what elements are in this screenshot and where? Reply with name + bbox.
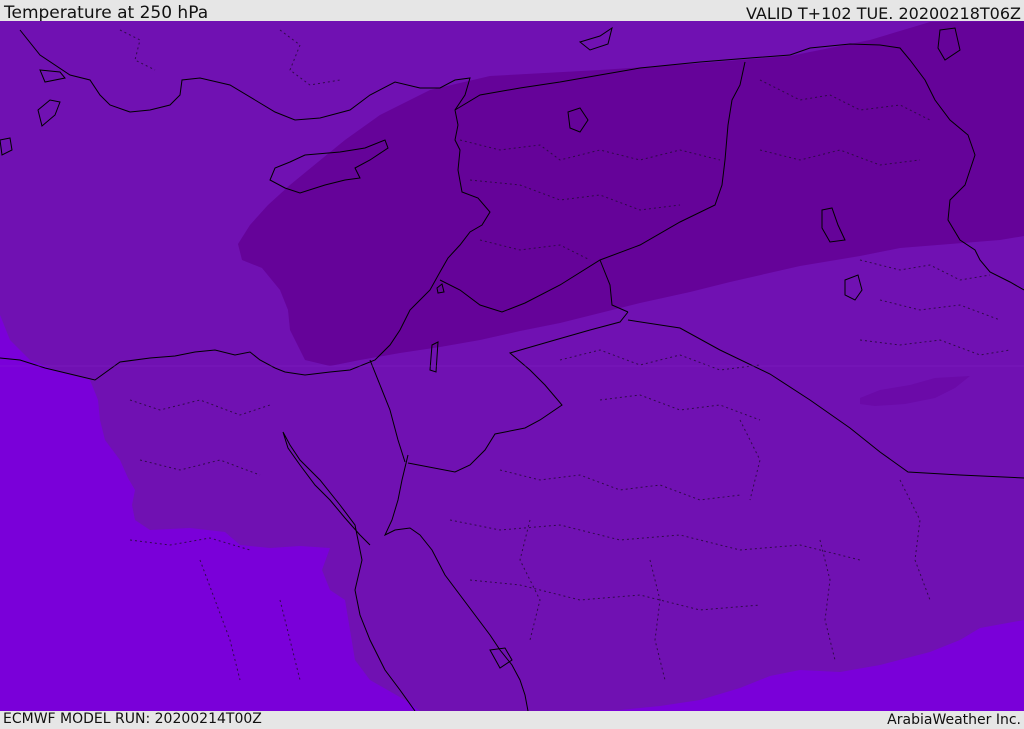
valid-time: VALID T+102 TUE. 20200218T06Z bbox=[745, 4, 1021, 23]
header-bar: Temperature at 250 hPa VALID T+102 TUE. … bbox=[0, 0, 1024, 23]
temperature-map bbox=[0, 21, 1024, 711]
credit: ArabiaWeather Inc. bbox=[887, 712, 1021, 728]
map-canvas[interactable] bbox=[0, 21, 1024, 711]
footer-bar: ECMWF MODEL RUN: 20200214T00Z ArabiaWeat… bbox=[0, 711, 1024, 729]
map-title: Temperature at 250 hPa bbox=[4, 3, 209, 23]
model-run: ECMWF MODEL RUN: 20200214T00Z bbox=[3, 711, 262, 727]
